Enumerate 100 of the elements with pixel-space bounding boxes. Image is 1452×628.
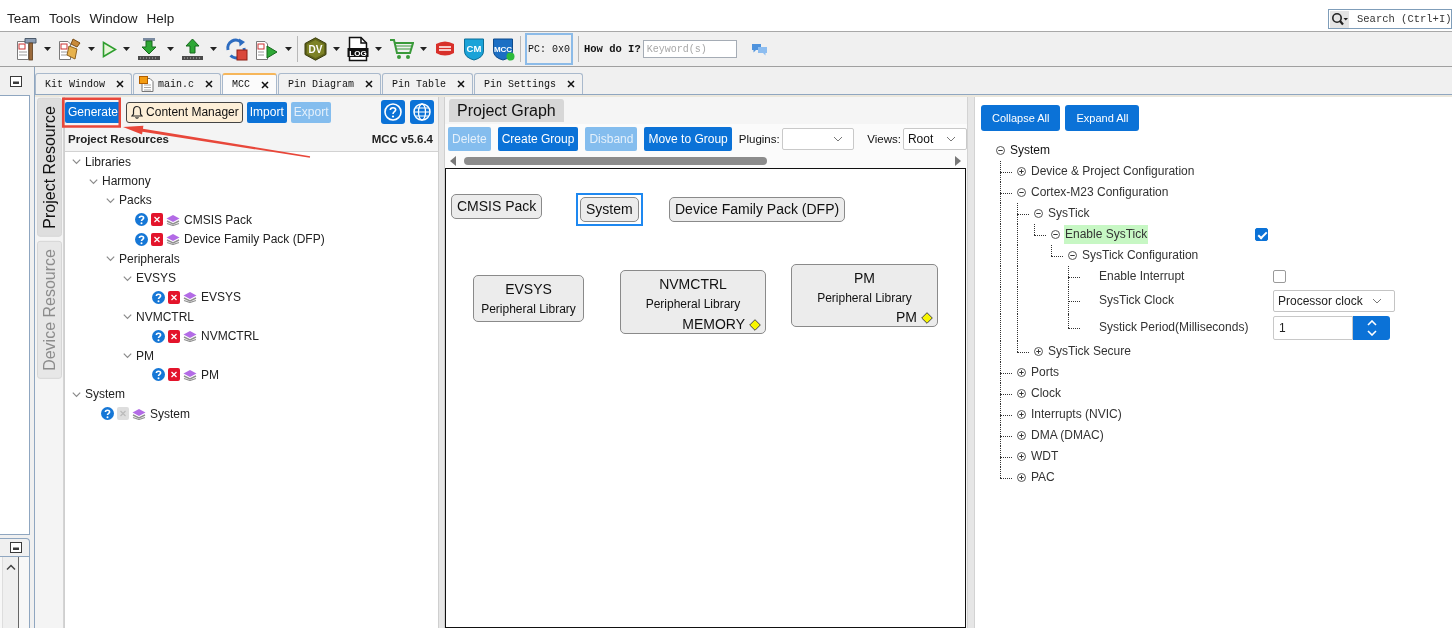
chevron-down-icon[interactable]: [89, 176, 98, 186]
plus-circle-icon[interactable]: [1034, 347, 1043, 356]
tree-item[interactable]: Libraries: [85, 154, 132, 169]
tree-item[interactable]: Device & Project Configuration: [1030, 162, 1196, 181]
close-icon[interactable]: [365, 80, 374, 88]
diamond-icon[interactable]: [749, 318, 761, 331]
chevron-down-icon[interactable]: [72, 389, 81, 399]
panel-tab[interactable]: Project Graph: [449, 99, 564, 122]
minus-circle-icon[interactable]: [1034, 209, 1043, 218]
tree-item[interactable]: SysTick Secure: [1047, 342, 1132, 361]
tree-item[interactable]: PM: [136, 348, 154, 363]
tree-item[interactable]: PAC: [1030, 468, 1056, 487]
close-icon[interactable]: [567, 80, 576, 88]
search-field[interactable]: Search (Ctrl+I): [1328, 9, 1452, 29]
side-tab[interactable]: Project Resource: [36, 98, 62, 237]
log-document-button[interactable]: LOG: [347, 36, 369, 62]
chevron-down-icon[interactable]: [123, 312, 132, 322]
tree-item[interactable]: DMA (DMAC): [1030, 426, 1105, 445]
tree-item[interactable]: Harmony: [102, 174, 151, 189]
menu-item[interactable]: Window: [89, 9, 138, 28]
right-arrow-icon[interactable]: [955, 155, 961, 166]
close-icon[interactable]: [261, 80, 270, 89]
create-group-button[interactable]: Create Group: [497, 126, 579, 151]
plus-circle-icon[interactable]: [1017, 473, 1026, 482]
scrollbar-thumb[interactable]: [464, 156, 767, 165]
menu-item[interactable]: Team: [7, 9, 40, 28]
tree-item[interactable]: System: [85, 387, 125, 402]
tree-item[interactable]: Packs: [119, 193, 152, 208]
chevron-down-icon[interactable]: [106, 254, 115, 264]
shield-badge-button[interactable]: MCC: [492, 37, 515, 61]
editor-tab[interactable]: main.c: [133, 73, 222, 94]
plus-circle-icon[interactable]: [1017, 368, 1026, 377]
menu-item[interactable]: Tools: [49, 9, 81, 28]
dropdown[interactable]: Processor clock: [1273, 289, 1395, 312]
plus-circle-icon[interactable]: [1017, 452, 1026, 461]
help-icon[interactable]: [152, 368, 165, 382]
download-arrow-icon[interactable]: [137, 37, 161, 61]
plus-circle-icon[interactable]: [1017, 389, 1026, 398]
expand-all-button[interactable]: Expand All: [1065, 105, 1140, 131]
help-icon[interactable]: [101, 407, 114, 421]
minus-circle-icon[interactable]: [996, 146, 1005, 155]
document-hammer-icon[interactable]: [16, 37, 38, 61]
tree-item[interactable]: SysTick Configuration: [1081, 246, 1200, 265]
plus-circle-icon[interactable]: [1017, 410, 1026, 419]
tree-item[interactable]: NVMCTRL: [201, 329, 259, 344]
minimize-icon[interactable]: [10, 542, 22, 553]
collapse-all-button[interactable]: Collapse All: [981, 105, 1061, 131]
refresh-icon[interactable]: [224, 37, 248, 61]
remove-icon[interactable]: [151, 213, 163, 227]
caret-icon[interactable]: [44, 47, 51, 51]
editor-tab[interactable]: Pin Settings: [474, 73, 584, 94]
chevron-up-icon[interactable]: [5, 564, 16, 571]
editor-tab[interactable]: Kit Window: [35, 73, 132, 94]
graph-node[interactable]: Device Family Pack (DFP): [669, 197, 846, 222]
tree-item[interactable]: CMSIS Pack: [184, 212, 252, 227]
menu-item[interactable]: Help: [146, 9, 175, 28]
tree-item[interactable]: Ports: [1030, 363, 1060, 382]
tree-item[interactable]: NVMCTRL: [136, 309, 194, 324]
spinner-button[interactable]: [1353, 315, 1390, 340]
chevron-down-icon[interactable]: [1366, 329, 1377, 336]
caret-icon[interactable]: [167, 47, 174, 51]
tree-item[interactable]: Cortex-M23 Configuration: [1030, 183, 1170, 202]
close-icon[interactable]: [205, 80, 214, 88]
tree-item[interactable]: System: [1009, 141, 1051, 160]
editor-tab[interactable]: Pin Diagram: [278, 73, 382, 94]
cart-icon[interactable]: [389, 38, 414, 60]
number-field[interactable]: 1: [1273, 315, 1353, 340]
help-icon[interactable]: [152, 329, 165, 343]
import-button[interactable]: Import: [246, 101, 287, 123]
caret-icon[interactable]: [123, 47, 130, 51]
plus-circle-icon[interactable]: [1017, 167, 1026, 176]
graph-node[interactable]: PM Peripheral Library PM: [791, 264, 938, 327]
editor-tab[interactable]: Pin Table: [382, 73, 474, 94]
minimize-icon[interactable]: [10, 75, 22, 87]
help-icon[interactable]: [135, 213, 148, 227]
play-icon[interactable]: [102, 40, 117, 58]
chevron-down-icon[interactable]: [123, 273, 132, 283]
chevron-down-icon[interactable]: [72, 157, 81, 167]
help-icon[interactable]: [135, 232, 148, 246]
caret-icon[interactable]: [285, 47, 292, 51]
chat-icon[interactable]: [750, 42, 768, 56]
close-icon[interactable]: [457, 80, 466, 88]
left-arrow-icon[interactable]: [450, 155, 456, 166]
remove-icon[interactable]: [168, 368, 180, 382]
vertical-scrollbar[interactable]: [2, 557, 19, 628]
tree-item[interactable]: SysTick: [1047, 204, 1091, 223]
remove-icon[interactable]: [168, 329, 180, 343]
globe-icon[interactable]: [410, 100, 434, 124]
diamond-icon[interactable]: [921, 311, 933, 324]
remove-icon[interactable]: [151, 232, 163, 246]
tree-item[interactable]: Peripherals: [119, 251, 180, 266]
document-brush-icon[interactable]: [58, 37, 82, 61]
tree-item[interactable]: PM: [201, 368, 219, 382]
search-icon[interactable]: [1330, 10, 1349, 28]
upload-arrow-icon[interactable]: [181, 37, 204, 61]
tree-item[interactable]: WDT: [1030, 447, 1060, 466]
help-icon[interactable]: [381, 100, 405, 124]
keyword-field[interactable]: Keyword(s): [642, 40, 737, 58]
minus-circle-icon[interactable]: [1068, 251, 1077, 260]
plus-circle-icon[interactable]: [1017, 431, 1026, 440]
